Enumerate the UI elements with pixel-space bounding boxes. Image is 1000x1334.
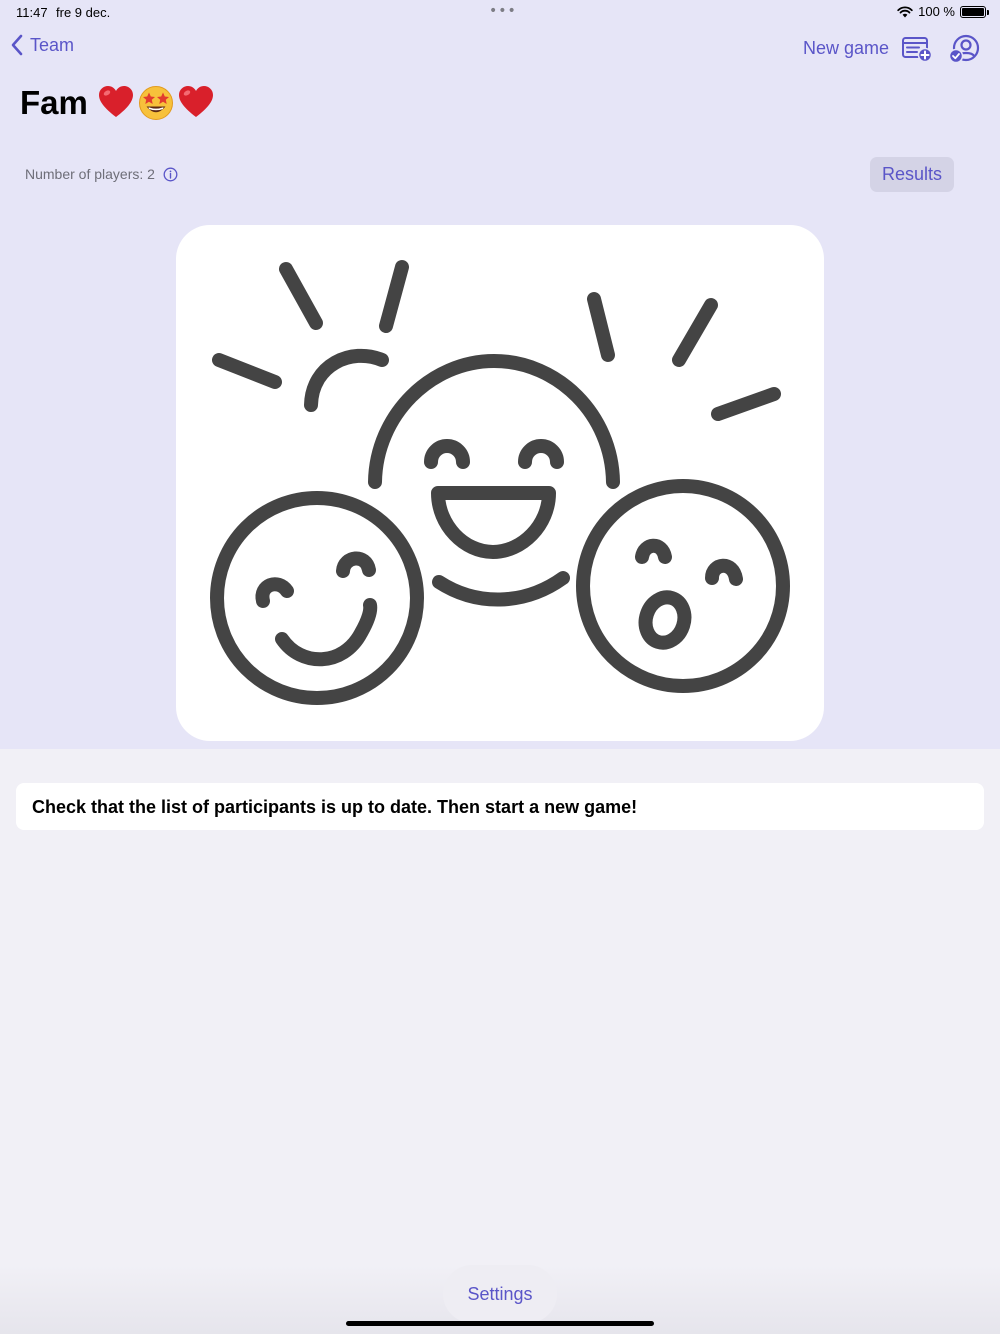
page-title: Fam (20, 84, 214, 122)
smiling-faces-illustration (210, 260, 790, 705)
illustration-card (176, 225, 824, 741)
new-game-button[interactable]: New game (803, 38, 889, 59)
status-time: 11:47 (16, 5, 48, 20)
new-game-icon-button[interactable] (901, 35, 933, 68)
status-date: fre 9 dec. (56, 5, 111, 20)
list-add-icon (902, 37, 933, 63)
red-heart-emoji (98, 86, 133, 117)
settings-button[interactable]: Settings (443, 1265, 557, 1323)
status-bar: 11:47 fre 9 dec. ••• 100 % (0, 0, 1000, 24)
back-button[interactable]: Team (10, 34, 74, 56)
back-label: Team (30, 34, 75, 55)
results-button[interactable]: Results (870, 157, 954, 192)
multitask-dots[interactable]: ••• (489, 3, 517, 19)
red-heart-emoji (178, 86, 213, 117)
status-right: 100 % (897, 4, 989, 19)
info-circle-icon[interactable] (163, 167, 178, 182)
players-count-row: Number of players: 2 (25, 166, 178, 182)
battery-icon (960, 5, 989, 18)
info-message-text: Check that the list of participants is u… (32, 797, 638, 817)
page-title-text: Fam (20, 84, 88, 121)
title-emojis (98, 85, 214, 121)
wifi-icon (897, 5, 913, 17)
battery-percent: 100 % (918, 4, 955, 19)
players-count-label: Number of players: 2 (25, 166, 155, 182)
info-message-card: Check that the list of participants is u… (16, 783, 984, 830)
star-struck-emoji (138, 86, 173, 120)
chevron-left-icon (11, 34, 23, 56)
home-indicator[interactable] (346, 1321, 654, 1326)
team-members-button[interactable] (947, 33, 981, 70)
person-check-icon (948, 34, 980, 64)
